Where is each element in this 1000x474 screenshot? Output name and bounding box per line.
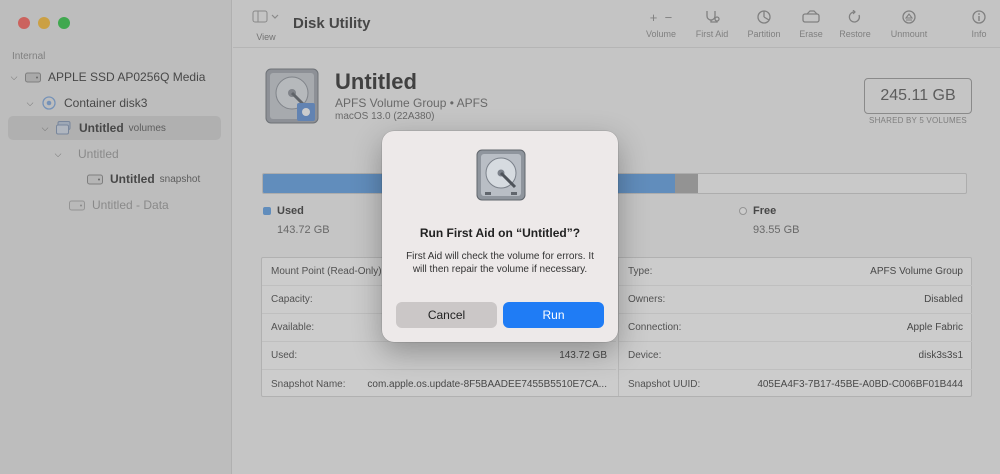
hard-disk-icon xyxy=(475,148,527,209)
cancel-button[interactable]: Cancel xyxy=(396,302,497,328)
first-aid-dialog: Run First Aid on “Untitled”? First Aid w… xyxy=(382,131,618,342)
dialog-title: Run First Aid on “Untitled”? xyxy=(419,226,581,240)
dialog-message: First Aid will check the volume for erro… xyxy=(406,251,594,275)
run-button[interactable]: Run xyxy=(503,302,604,328)
